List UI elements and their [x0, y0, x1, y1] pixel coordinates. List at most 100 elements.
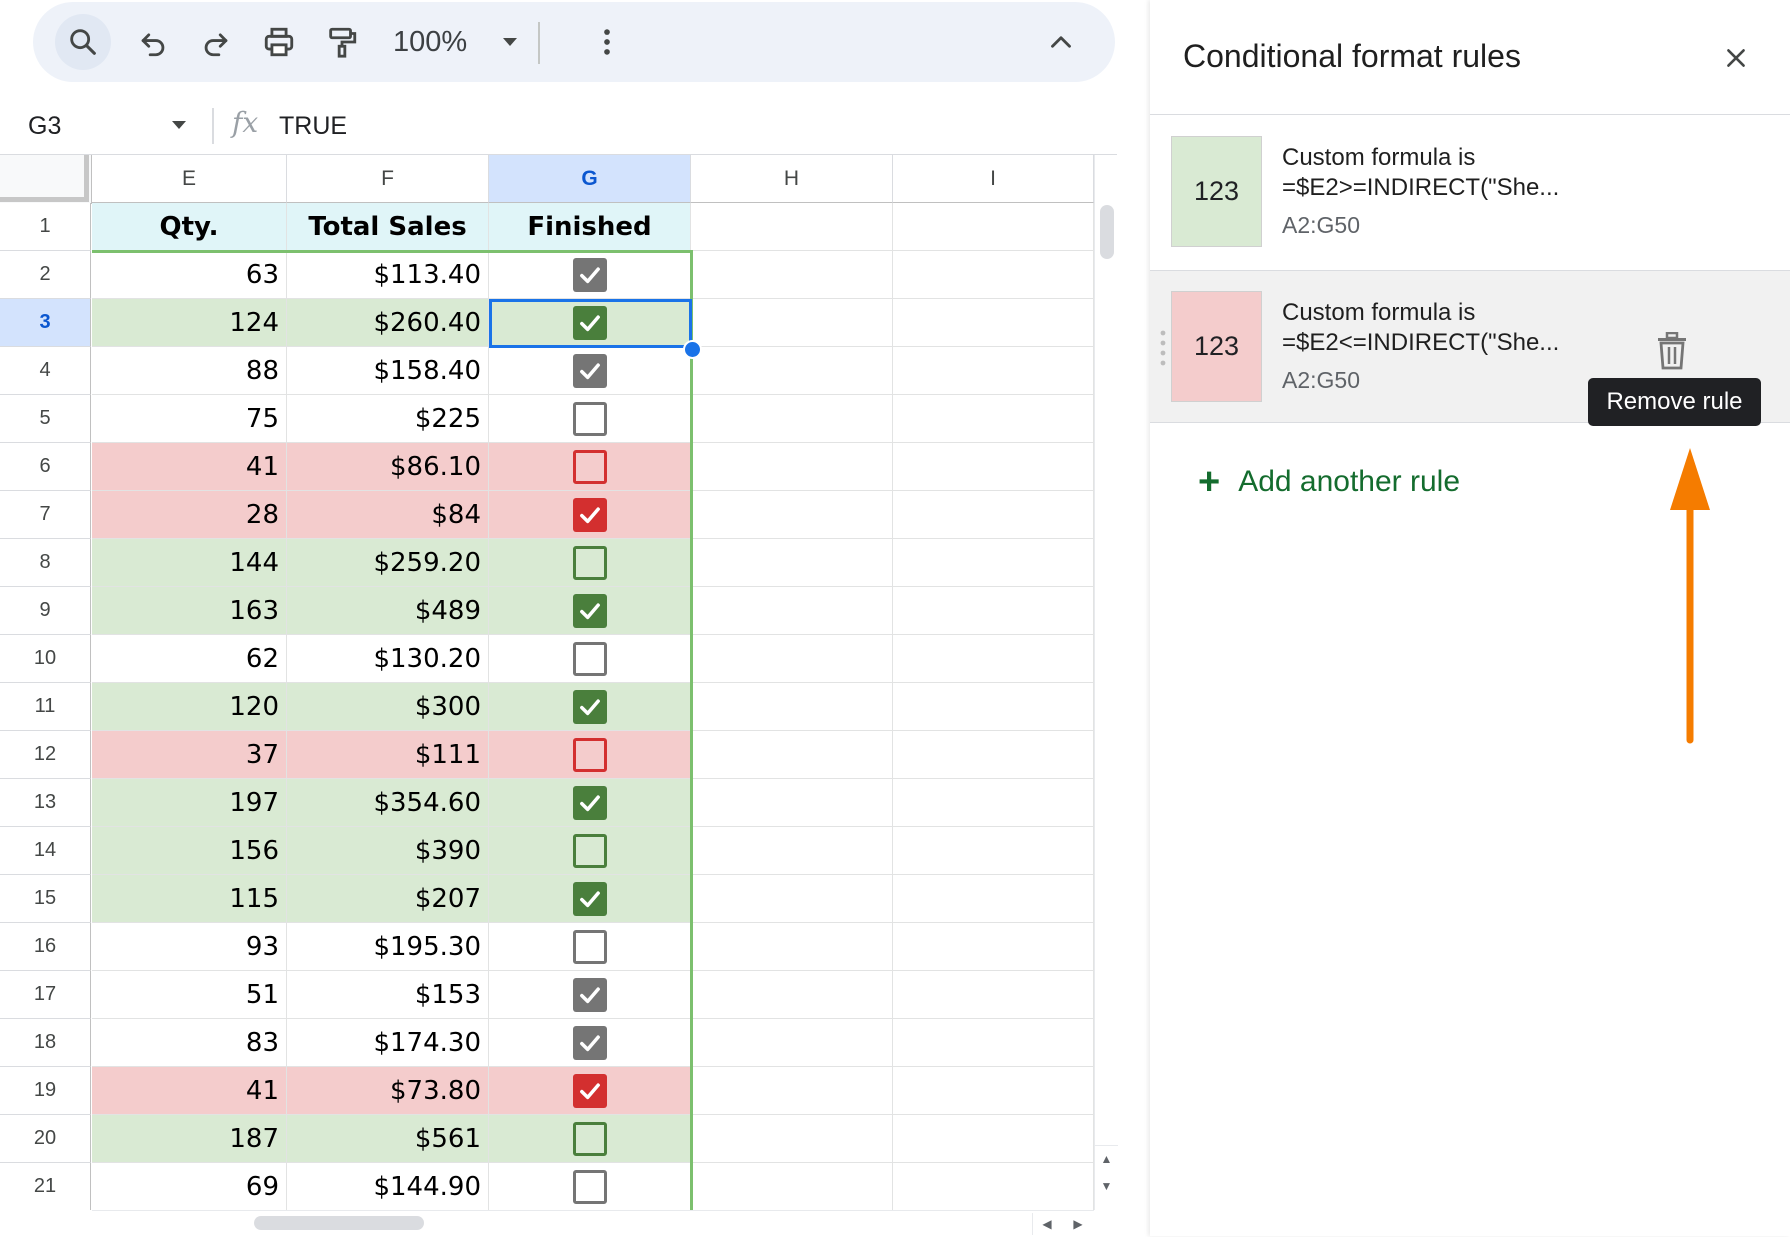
- qty-cell[interactable]: 88: [92, 347, 287, 395]
- select-all-corner[interactable]: [0, 155, 92, 204]
- checkbox-unchecked-icon[interactable]: [572, 1121, 607, 1156]
- total-sales-cell[interactable]: $561: [287, 1115, 489, 1163]
- checkbox-checked-icon[interactable]: [572, 305, 607, 340]
- total-sales-cell[interactable]: $260.40: [287, 299, 489, 347]
- column-header[interactable]: I: [893, 155, 1094, 203]
- cell[interactable]: [893, 635, 1094, 683]
- finished-cell[interactable]: [489, 539, 691, 587]
- header-cell-total-sales[interactable]: Total Sales: [287, 203, 489, 251]
- horizontal-scrollbar[interactable]: ◀ ▶: [92, 1210, 1094, 1237]
- cell[interactable]: [893, 1115, 1094, 1163]
- header-cell-finished[interactable]: Finished: [489, 203, 691, 251]
- cell[interactable]: [691, 971, 893, 1019]
- cell[interactable]: [893, 443, 1094, 491]
- row-header[interactable]: 14: [0, 827, 91, 875]
- cell[interactable]: [893, 1067, 1094, 1115]
- qty-cell[interactable]: 28: [92, 491, 287, 539]
- qty-cell[interactable]: 115: [92, 875, 287, 923]
- checkbox-checked-icon[interactable]: [572, 257, 607, 292]
- scroll-up-icon[interactable]: ▲: [1095, 1145, 1118, 1172]
- checkbox-unchecked-icon[interactable]: [572, 737, 607, 772]
- formula-input[interactable]: TRUE: [279, 112, 347, 141]
- total-sales-cell[interactable]: $390: [287, 827, 489, 875]
- row-header[interactable]: 3: [0, 299, 91, 347]
- cell[interactable]: [893, 539, 1094, 587]
- cell[interactable]: [691, 1067, 893, 1115]
- finished-cell[interactable]: [489, 923, 691, 971]
- column-header[interactable]: E: [92, 155, 287, 203]
- header-cell-qty[interactable]: Qty.: [92, 203, 287, 251]
- cell[interactable]: [691, 731, 893, 779]
- qty-cell[interactable]: 62: [92, 635, 287, 683]
- cell[interactable]: [691, 635, 893, 683]
- cell[interactable]: [691, 539, 893, 587]
- cell[interactable]: [691, 251, 893, 299]
- cell[interactable]: [691, 491, 893, 539]
- finished-cell[interactable]: [489, 827, 691, 875]
- checkbox-unchecked-icon[interactable]: [572, 545, 607, 580]
- row-header[interactable]: 5: [0, 395, 91, 443]
- qty-cell[interactable]: 187: [92, 1115, 287, 1163]
- total-sales-cell[interactable]: $86.10: [287, 443, 489, 491]
- row-header[interactable]: 8: [0, 539, 91, 587]
- scroll-left-icon[interactable]: ◀: [1032, 1213, 1061, 1235]
- chevron-down-icon[interactable]: [168, 114, 190, 136]
- scroll-right-icon[interactable]: ▶: [1064, 1213, 1092, 1235]
- total-sales-cell[interactable]: $259.20: [287, 539, 489, 587]
- row-header[interactable]: 20: [0, 1115, 91, 1163]
- qty-cell[interactable]: 163: [92, 587, 287, 635]
- row-header[interactable]: 13: [0, 779, 91, 827]
- total-sales-cell[interactable]: $158.40: [287, 347, 489, 395]
- close-icon[interactable]: [1714, 36, 1758, 80]
- column-header[interactable]: G: [489, 155, 691, 203]
- cell[interactable]: [691, 779, 893, 827]
- paint-format-icon[interactable]: [314, 14, 370, 70]
- cell[interactable]: [893, 683, 1094, 731]
- chevron-up-icon[interactable]: [1033, 14, 1089, 70]
- qty-cell[interactable]: 37: [92, 731, 287, 779]
- cell[interactable]: [893, 395, 1094, 443]
- cell[interactable]: [691, 1019, 893, 1067]
- total-sales-cell[interactable]: $195.30: [287, 923, 489, 971]
- finished-cell[interactable]: [489, 731, 691, 779]
- row-header[interactable]: 2: [0, 251, 91, 299]
- qty-cell[interactable]: 41: [92, 1067, 287, 1115]
- total-sales-cell[interactable]: $300: [287, 683, 489, 731]
- column-header[interactable]: H: [691, 155, 893, 203]
- undo-icon[interactable]: [125, 14, 181, 70]
- total-sales-cell[interactable]: $144.90: [287, 1163, 489, 1210]
- horizontal-scroll-thumb[interactable]: [254, 1216, 424, 1230]
- checkbox-checked-icon[interactable]: [572, 785, 607, 820]
- checkbox-unchecked-icon[interactable]: [572, 1169, 607, 1204]
- cell[interactable]: [893, 1163, 1094, 1210]
- add-rule-button[interactable]: + Add another rule: [1198, 463, 1460, 501]
- row-header[interactable]: 7: [0, 491, 91, 539]
- row-header[interactable]: 18: [0, 1019, 91, 1067]
- finished-cell[interactable]: [489, 443, 691, 491]
- checkbox-unchecked-icon[interactable]: [572, 833, 607, 868]
- cell[interactable]: [691, 875, 893, 923]
- cell[interactable]: [691, 395, 893, 443]
- qty-cell[interactable]: 156: [92, 827, 287, 875]
- row-header[interactable]: 10: [0, 635, 91, 683]
- scroll-down-icon[interactable]: ▼: [1095, 1173, 1118, 1199]
- finished-cell[interactable]: [489, 779, 691, 827]
- qty-cell[interactable]: 120: [92, 683, 287, 731]
- row-header[interactable]: 21: [0, 1163, 91, 1210]
- cell[interactable]: [691, 443, 893, 491]
- name-box[interactable]: G3: [28, 112, 61, 141]
- checkbox-checked-icon[interactable]: [572, 977, 607, 1012]
- cell[interactable]: [691, 923, 893, 971]
- finished-cell[interactable]: [489, 251, 691, 299]
- cell[interactable]: [691, 203, 893, 251]
- cell[interactable]: [691, 1115, 893, 1163]
- cell[interactable]: [893, 827, 1094, 875]
- qty-cell[interactable]: 124: [92, 299, 287, 347]
- checkbox-unchecked-icon[interactable]: [572, 401, 607, 436]
- row-header[interactable]: 19: [0, 1067, 91, 1115]
- total-sales-cell[interactable]: $174.30: [287, 1019, 489, 1067]
- cell[interactable]: [893, 779, 1094, 827]
- checkbox-checked-icon[interactable]: [572, 1025, 607, 1060]
- checkbox-checked-icon[interactable]: [572, 689, 607, 724]
- row-header[interactable]: 15: [0, 875, 91, 923]
